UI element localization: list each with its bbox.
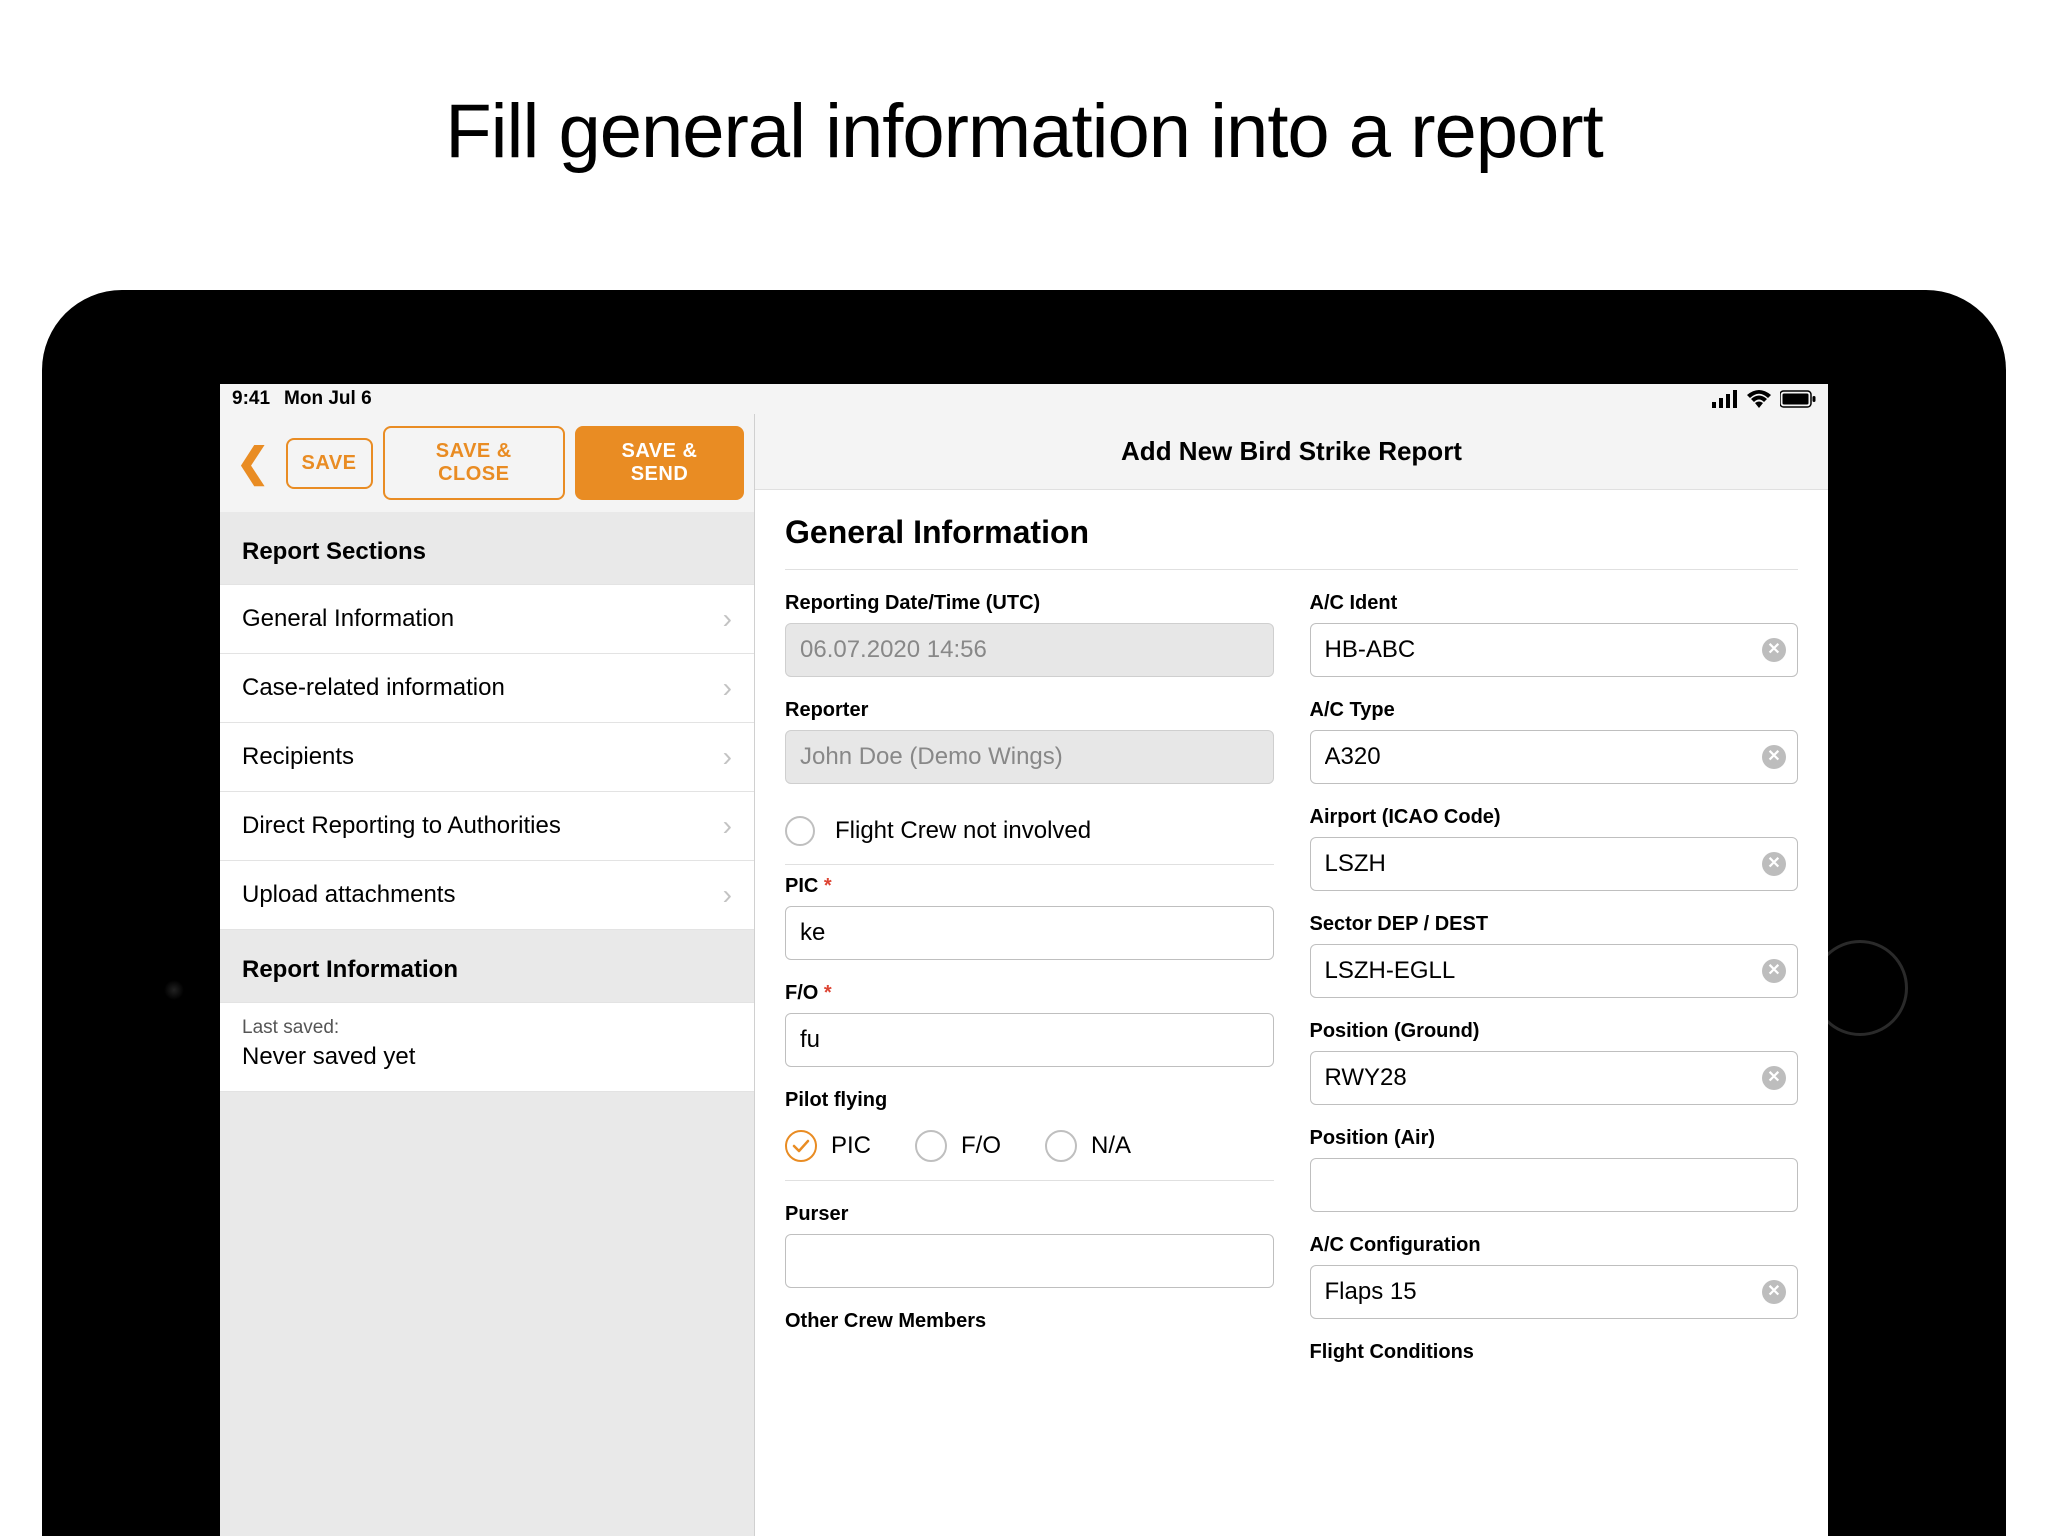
sector-input[interactable] <box>1310 944 1799 998</box>
status-date: Mon Jul 6 <box>284 388 372 410</box>
flight-conditions-label: Flight Conditions <box>1310 1341 1799 1364</box>
last-saved-label: Last saved: <box>242 1017 732 1039</box>
last-saved-block: Last saved: Never saved yet <box>220 1002 754 1092</box>
reporting-date-input <box>785 623 1274 677</box>
sector-label: Sector DEP / DEST <box>1310 913 1799 936</box>
ac-ident-label: A/C Ident <box>1310 592 1799 615</box>
chevron-right-icon: › <box>723 879 732 911</box>
pic-label: PIC * <box>785 875 1274 898</box>
airport-label: Airport (ICAO Code) <box>1310 806 1799 829</box>
section-heading: General Information <box>785 514 1798 551</box>
pilot-flying-label: Pilot flying <box>785 1089 1274 1112</box>
fo-input[interactable] <box>785 1013 1274 1067</box>
content-scroll[interactable]: General Information Reporting Date/Time … <box>755 490 1828 1536</box>
screen: 9:41 Mon Jul 6 ❮ SAVE SAVE <box>220 384 1828 1536</box>
radio-icon <box>1045 1130 1077 1162</box>
sections-list: General Information › Case-related inform… <box>220 584 754 930</box>
pilot-flying-radios: PIC F/O N/A <box>785 1130 1274 1181</box>
back-chevron-icon[interactable]: ❮ <box>230 443 276 483</box>
status-time: 9:41 <box>232 388 270 410</box>
radio-label: N/A <box>1091 1132 1131 1160</box>
ac-config-input[interactable] <box>1310 1265 1799 1319</box>
sidebar: ❮ SAVE SAVE & CLOSE SAVE & SEND Report S… <box>220 414 755 1536</box>
tablet-frame: 9:41 Mon Jul 6 ❮ SAVE SAVE <box>42 290 2006 1536</box>
other-crew-label: Other Crew Members <box>785 1310 1274 1333</box>
nav-direct-reporting[interactable]: Direct Reporting to Authorities › <box>220 792 754 861</box>
position-ground-input[interactable] <box>1310 1051 1799 1105</box>
battery-icon <box>1780 390 1816 408</box>
chevron-right-icon: › <box>723 741 732 773</box>
cell-signal-icon <box>1712 390 1738 408</box>
tablet-camera <box>164 980 184 1000</box>
save-close-button[interactable]: SAVE & CLOSE <box>383 426 566 500</box>
airport-input[interactable] <box>1310 837 1799 891</box>
pilot-flying-pic[interactable]: PIC <box>785 1130 871 1162</box>
nav-item-label: Direct Reporting to Authorities <box>242 812 561 840</box>
chevron-right-icon: › <box>723 603 732 635</box>
clear-icon[interactable]: ✕ <box>1762 1066 1786 1090</box>
nav-case-related[interactable]: Case-related information › <box>220 654 754 723</box>
purser-input[interactable] <box>785 1234 1274 1288</box>
status-bar: 9:41 Mon Jul 6 <box>220 384 1828 414</box>
chevron-right-icon: › <box>723 672 732 704</box>
divider <box>785 569 1798 570</box>
chevron-right-icon: › <box>723 810 732 842</box>
flight-crew-label: Flight Crew not involved <box>835 817 1091 845</box>
form-right-column: A/C Ident ✕ A/C Type ✕ <box>1310 592 1799 1372</box>
ac-type-label: A/C Type <box>1310 699 1799 722</box>
radio-icon <box>785 1130 817 1162</box>
reporting-date-label: Reporting Date/Time (UTC) <box>785 592 1274 615</box>
position-air-input[interactable] <box>1310 1158 1799 1212</box>
clear-icon[interactable]: ✕ <box>1762 852 1786 876</box>
clear-icon[interactable]: ✕ <box>1762 638 1786 662</box>
nav-general-information[interactable]: General Information › <box>220 584 754 654</box>
ac-type-input[interactable] <box>1310 730 1799 784</box>
reporter-input <box>785 730 1274 784</box>
nav-item-label: Recipients <box>242 743 354 771</box>
toolbar: ❮ SAVE SAVE & CLOSE SAVE & SEND <box>220 414 754 512</box>
clear-icon[interactable]: ✕ <box>1762 959 1786 983</box>
report-sections-header: Report Sections <box>220 512 754 584</box>
nav-item-label: General Information <box>242 605 454 633</box>
fo-label: F/O * <box>785 982 1274 1005</box>
flight-crew-checkbox[interactable] <box>785 816 815 846</box>
position-air-label: Position (Air) <box>1310 1127 1799 1150</box>
nav-item-label: Upload attachments <box>242 881 455 909</box>
save-button[interactable]: SAVE <box>286 438 373 489</box>
clear-icon[interactable]: ✕ <box>1762 1280 1786 1304</box>
position-ground-label: Position (Ground) <box>1310 1020 1799 1043</box>
content-pane: Add New Bird Strike Report General Infor… <box>755 414 1828 1536</box>
radio-label: F/O <box>961 1132 1001 1160</box>
content-title: Add New Bird Strike Report <box>755 414 1828 490</box>
wifi-icon <box>1746 390 1772 408</box>
radio-label: PIC <box>831 1132 871 1160</box>
page-headline: Fill general information into a report <box>0 0 2048 175</box>
ac-config-label: A/C Configuration <box>1310 1234 1799 1257</box>
nav-upload-attachments[interactable]: Upload attachments › <box>220 861 754 930</box>
pilot-flying-na[interactable]: N/A <box>1045 1130 1131 1162</box>
clear-icon[interactable]: ✕ <box>1762 745 1786 769</box>
reporter-label: Reporter <box>785 699 1274 722</box>
pilot-flying-fo[interactable]: F/O <box>915 1130 1001 1162</box>
purser-label: Purser <box>785 1203 1274 1226</box>
ac-ident-input[interactable] <box>1310 623 1799 677</box>
last-saved-value: Never saved yet <box>242 1043 732 1071</box>
report-information-header: Report Information <box>220 930 754 1002</box>
save-send-button[interactable]: SAVE & SEND <box>575 426 744 500</box>
nav-item-label: Case-related information <box>242 674 505 702</box>
radio-icon <box>915 1130 947 1162</box>
pic-input[interactable] <box>785 906 1274 960</box>
form-left-column: Reporting Date/Time (UTC) Reporter Fligh… <box>785 592 1274 1372</box>
nav-recipients[interactable]: Recipients › <box>220 723 754 792</box>
